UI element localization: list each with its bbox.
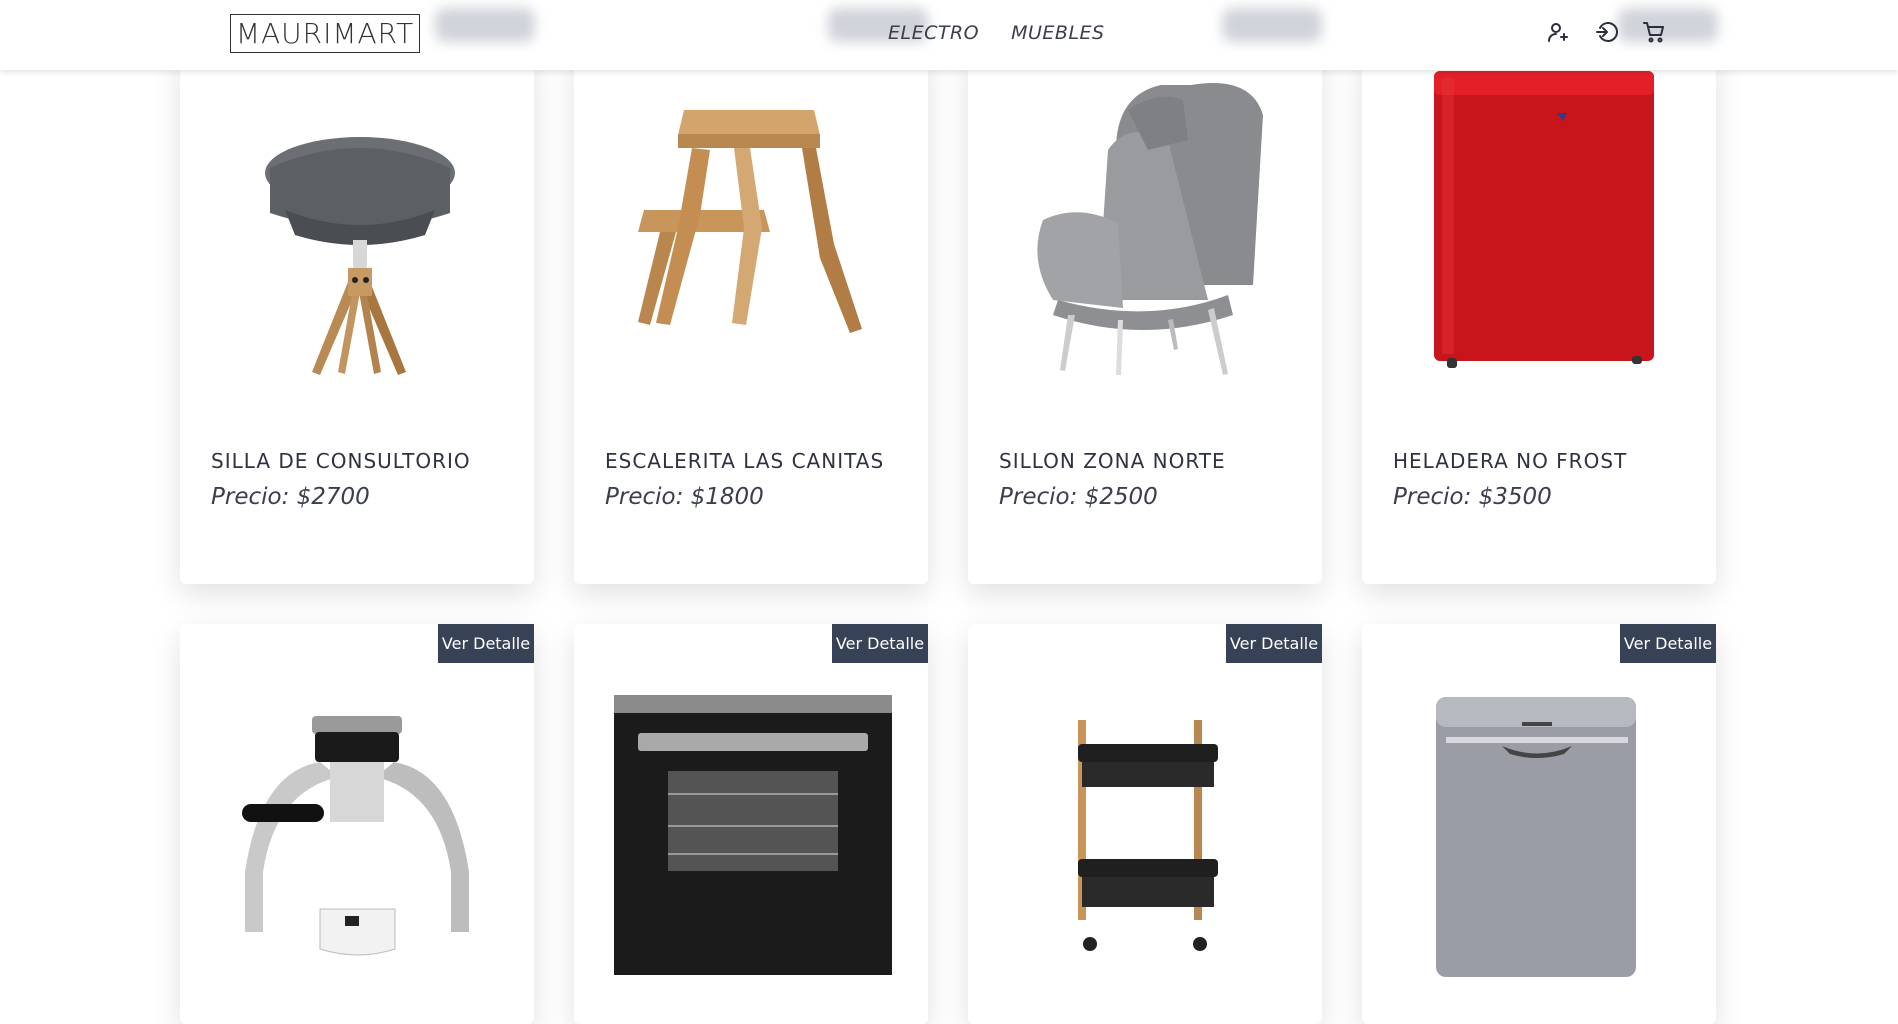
product-title: SILLA DE CONSULTORIO	[211, 449, 471, 473]
stool-icon	[638, 110, 862, 333]
nav-icons	[1546, 20, 1666, 44]
blurred-ghost	[435, 8, 535, 42]
product-card[interactable]: Ver Detalle	[180, 624, 534, 1024]
logout-icon[interactable]	[1594, 20, 1618, 44]
product-price: Precio: $1800	[605, 484, 764, 510]
espresso-maker-icon	[242, 716, 469, 956]
nav-links: ELECTRO MUEBLES	[888, 22, 1105, 44]
armchair-icon	[1037, 83, 1263, 375]
fridge-icon	[1434, 71, 1654, 368]
product-card[interactable]: ESCALERITA LAS CANITAS Precio: $1800	[574, 50, 928, 584]
cart-trolley-icon	[1078, 720, 1218, 951]
product-title: SILLON ZONA NORTE	[999, 449, 1226, 473]
blurred-ghost	[1222, 8, 1322, 42]
product-price: Precio: $2700	[211, 484, 370, 510]
product-card[interactable]: SILLON ZONA NORTE Precio: $2500	[968, 50, 1322, 584]
nav-link-muebles[interactable]: MUEBLES	[1011, 22, 1105, 44]
product-card[interactable]: Ver Detalle	[968, 624, 1322, 1024]
nav-link-electro[interactable]: ELECTRO	[888, 22, 979, 44]
chair-icon	[265, 137, 455, 375]
user-add-icon[interactable]	[1546, 20, 1570, 44]
cart-icon[interactable]	[1642, 20, 1666, 44]
product-card[interactable]: Ver Detalle	[574, 624, 928, 1024]
dryer-icon	[1436, 697, 1636, 977]
product-card[interactable]: HELADERA NO FROST Precio: $3500	[1362, 50, 1716, 584]
navbar: MAURIMART ELECTRO MUEBLES	[0, 0, 1898, 70]
product-title: ESCALERITA LAS CANITAS	[605, 449, 885, 473]
product-card[interactable]: Ver Detalle	[1362, 624, 1716, 1024]
brand-logo[interactable]: MAURIMART	[230, 14, 420, 53]
product-card[interactable]: SILLA DE CONSULTORIO Precio: $2700	[180, 50, 534, 584]
oven-icon	[614, 695, 892, 975]
product-price: Precio: $2500	[999, 484, 1158, 510]
product-title: HELADERA NO FROST	[1393, 449, 1628, 473]
product-price: Precio: $3500	[1393, 484, 1552, 510]
